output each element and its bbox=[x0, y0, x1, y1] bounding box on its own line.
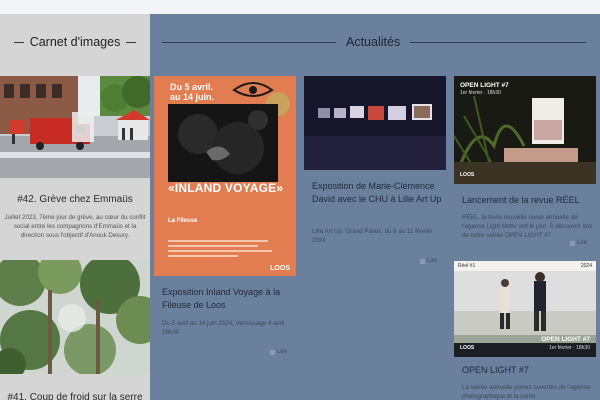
openlight-badge: OPEN LIGHT #7 bbox=[460, 82, 509, 89]
openlight-badge: OPEN LIGHT #7 bbox=[541, 336, 590, 343]
photo-serre-equatoriale[interactable] bbox=[0, 260, 150, 374]
carnet-header: Carnet d'images bbox=[0, 28, 150, 56]
read-more-icon bbox=[570, 240, 575, 246]
inland-voyage-poster[interactable]: Du 5 avril. au 14 juin. «INLAND VOYAGE» … bbox=[154, 76, 296, 276]
poster-title: «INLAND VOYAGE» bbox=[168, 181, 284, 195]
openlight-badge-date: 1er février · 18h30 bbox=[549, 345, 590, 351]
poster-venue: La Fileuse bbox=[168, 218, 198, 224]
read-more-link[interactable]: Lire bbox=[420, 258, 437, 264]
news-card-description: La soirée annuelle portes ouvertes de l'… bbox=[462, 384, 591, 400]
news-card-description: RÉEL, la toute nouvelle revue annuelle d… bbox=[462, 214, 593, 239]
corner-label-left: Réel #1 bbox=[458, 263, 476, 269]
carnet-images-column: Carnet d'images #42. Grève chez Emmaüs J… bbox=[0, 14, 150, 400]
header-dash-right bbox=[126, 41, 137, 43]
photo-lille-art-up[interactable] bbox=[304, 76, 446, 170]
read-more-link[interactable]: Lire bbox=[270, 349, 287, 355]
poster-dates: Du 5 avril. au 14 juin. bbox=[170, 82, 215, 102]
actualites-header: Actualités bbox=[150, 28, 600, 56]
poster-photo bbox=[168, 104, 278, 182]
poster-info-lines bbox=[168, 240, 280, 276]
news-card-title[interactable]: Exposition de Marie-Clémence David avec … bbox=[312, 180, 446, 206]
news-card-title[interactable]: OPEN LIGHT #7 bbox=[462, 364, 594, 377]
news-card-title[interactable]: Exposition Inland Voyage à la Fileuse de… bbox=[162, 286, 294, 312]
carnet-item-title[interactable]: #42. Grève chez Emmaüs bbox=[0, 194, 150, 205]
carnet-title: Carnet d'images bbox=[29, 35, 121, 49]
news-card-description: Du 5 avril au 14 juin 2024, Vernissage 4… bbox=[162, 320, 285, 336]
actualites-section: Actualités Du 5 avril. au 14 juin. «INLA… bbox=[150, 14, 600, 400]
agency-logo: LOOS bbox=[460, 345, 475, 351]
read-more-icon bbox=[420, 258, 425, 264]
photo-revue-reel[interactable]: OPEN LIGHT #7 1er février · 18h30 LOOS bbox=[454, 76, 596, 184]
read-more-label[interactable]: Lire bbox=[427, 258, 437, 264]
read-more-icon bbox=[270, 349, 275, 355]
actualites-title: Actualités bbox=[346, 35, 401, 49]
poster-logo: LOOS bbox=[270, 265, 290, 272]
corner-label-right: 2024 bbox=[580, 263, 592, 269]
read-more-label[interactable]: Lire bbox=[277, 349, 287, 355]
header-line-left bbox=[162, 41, 336, 43]
carnet-item-description: Juillet 2023, 7ème jour de grève, au cœu… bbox=[4, 214, 146, 239]
header-dash-left bbox=[13, 41, 24, 43]
read-more-link[interactable]: Lire bbox=[570, 240, 587, 246]
header-line-right bbox=[410, 41, 587, 43]
carnet-item-title[interactable]: #41. Coup de froid sur la serre équatori… bbox=[0, 391, 150, 400]
news-card-description: Lille Art Up, Grand Palais, du 8 au 11 f… bbox=[312, 228, 433, 244]
photo-greve-emmaus[interactable] bbox=[0, 76, 150, 178]
read-more-label[interactable]: Lire bbox=[577, 240, 587, 246]
photo-open-light-7[interactable]: Réel #1 2024 OPEN LIGHT #7 1er février ·… bbox=[454, 261, 596, 357]
top-strip bbox=[0, 0, 600, 14]
news-card-title[interactable]: Lancement de la revue RÉEL bbox=[462, 194, 594, 207]
openlight-badge-date: 1er février · 18h30 bbox=[460, 90, 501, 96]
agency-logo: LOOS bbox=[460, 172, 475, 178]
